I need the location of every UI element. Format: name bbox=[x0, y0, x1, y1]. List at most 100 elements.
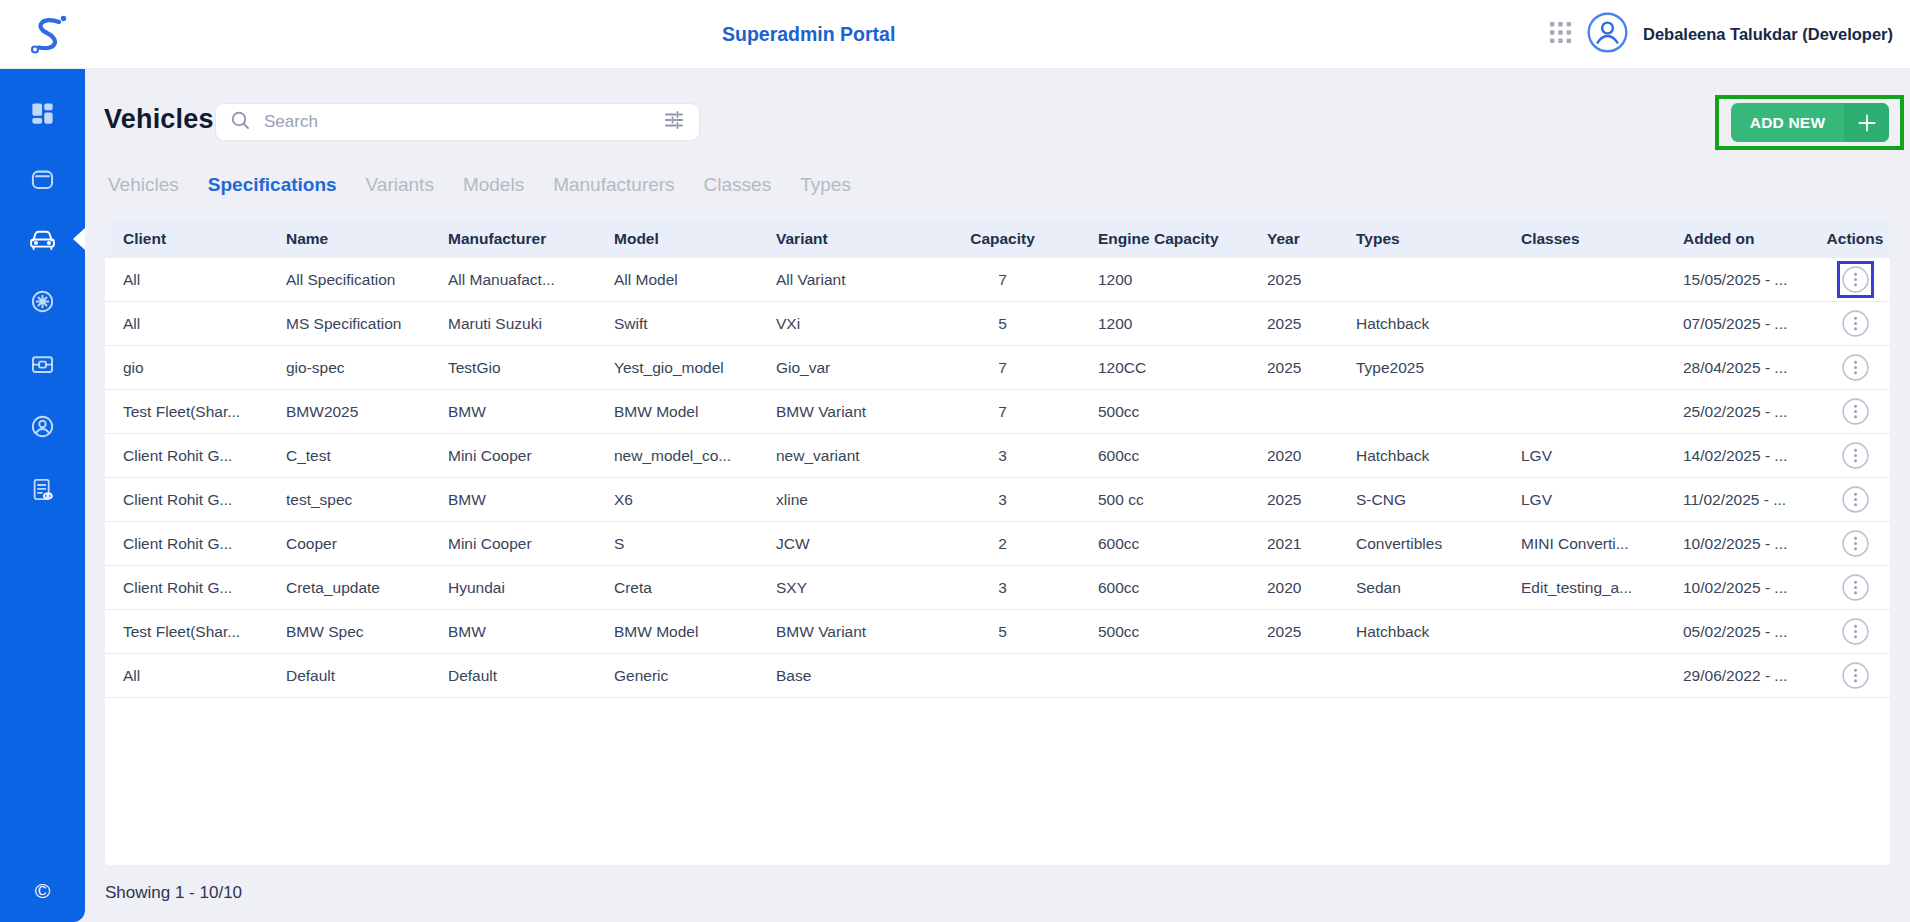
tray-icon[interactable] bbox=[0, 166, 85, 193]
table-row: AllAll SpecificationAll Manuafact...All … bbox=[105, 258, 1890, 302]
cell-types: Hatchback bbox=[1344, 315, 1509, 333]
cell-name: gio-spec bbox=[286, 359, 448, 377]
tab-vehicles[interactable]: Vehicles bbox=[108, 174, 179, 196]
dashboard-icon[interactable] bbox=[0, 100, 85, 127]
cell-client: Client Rohit G... bbox=[105, 535, 286, 553]
cell-year: 2025 bbox=[1255, 623, 1344, 641]
cell-model: new_model_co... bbox=[614, 447, 776, 465]
cell-variant: SXY bbox=[776, 579, 940, 597]
pagination-status: Showing 1 - 10/10 bbox=[105, 883, 242, 903]
cell-capacity: 2 bbox=[940, 535, 1085, 553]
cell-year: 2025 bbox=[1255, 359, 1344, 377]
row-actions-menu-icon[interactable] bbox=[1842, 354, 1869, 381]
table-row: Client Rohit G...C_testMini Coopernew_mo… bbox=[105, 434, 1890, 478]
table-card: ClientNameManufacturerModelVariantCapaci… bbox=[105, 220, 1890, 865]
cell-client: Client Rohit G... bbox=[105, 447, 286, 465]
column-header-year: Year bbox=[1255, 230, 1344, 248]
cell-engine_capacity: 500cc bbox=[1085, 623, 1255, 641]
cell-model: X6 bbox=[614, 491, 776, 509]
column-header-added-on: Added on bbox=[1671, 230, 1820, 248]
tab-specifications[interactable]: Specifications bbox=[208, 174, 337, 196]
row-actions-menu-icon[interactable] bbox=[1842, 398, 1869, 425]
column-header-variant: Variant bbox=[776, 230, 940, 248]
search-placeholder: Search bbox=[264, 112, 663, 132]
cell-variant: new_variant bbox=[776, 447, 940, 465]
table-row: Test Fleet(Shar...BMW2025BMWBMW ModelBMW… bbox=[105, 390, 1890, 434]
cell-capacity: 3 bbox=[940, 491, 1085, 509]
cell-types: Convertibles bbox=[1344, 535, 1509, 553]
cell-engine_capacity: 120CC bbox=[1085, 359, 1255, 377]
table-row: AllMS SpecificationMaruti SuzukiSwiftVXi… bbox=[105, 302, 1890, 346]
cell-manufacturer: Mini Cooper bbox=[448, 447, 614, 465]
cell-capacity: 3 bbox=[940, 447, 1085, 465]
cell-year: 2025 bbox=[1255, 315, 1344, 333]
cell-engine_capacity: 600cc bbox=[1085, 535, 1255, 553]
cell-manufacturer: Maruti Suzuki bbox=[448, 315, 614, 333]
cell-name: All Specification bbox=[286, 271, 448, 289]
cell-year: 2025 bbox=[1255, 271, 1344, 289]
row-actions-menu-icon[interactable] bbox=[1842, 530, 1869, 557]
user-name[interactable]: Debaleena Talukdar (Developer) bbox=[1643, 25, 1893, 44]
table-header-row: ClientNameManufacturerModelVariantCapaci… bbox=[105, 220, 1890, 258]
app-logo-icon[interactable] bbox=[28, 12, 68, 60]
user-avatar[interactable] bbox=[1587, 12, 1628, 57]
cell-added_on: 25/02/2025 - ... bbox=[1671, 403, 1820, 421]
tab-classes[interactable]: Classes bbox=[704, 174, 772, 196]
row-actions-menu-icon[interactable] bbox=[1842, 618, 1869, 645]
report-icon[interactable] bbox=[0, 476, 85, 503]
active-nav-pointer bbox=[73, 228, 85, 250]
tab-manufacturers[interactable]: Manufacturers bbox=[553, 174, 674, 196]
cell-types: Hatchback bbox=[1344, 623, 1509, 641]
row-actions-menu-icon[interactable] bbox=[1842, 442, 1869, 469]
column-header-engine-capacity: Engine Capacity bbox=[1085, 230, 1255, 248]
row-actions-menu-icon[interactable] bbox=[1842, 574, 1869, 601]
cell-types: S-CNG bbox=[1344, 491, 1509, 509]
cell-variant: BMW Variant bbox=[776, 403, 940, 421]
row-actions-menu-icon[interactable] bbox=[1842, 486, 1869, 513]
tab-models[interactable]: Models bbox=[463, 174, 524, 196]
cell-variant: BMW Variant bbox=[776, 623, 940, 641]
column-header-types: Types bbox=[1344, 230, 1509, 248]
page-header-title: Superadmin Portal bbox=[722, 0, 895, 69]
cell-capacity: 7 bbox=[940, 271, 1085, 289]
cell-added_on: 14/02/2025 - ... bbox=[1671, 447, 1820, 465]
cell-variant: All Variant bbox=[776, 271, 940, 289]
cell-manufacturer: TestGio bbox=[448, 359, 614, 377]
tab-variants[interactable]: Variants bbox=[366, 174, 434, 196]
filter-tune-icon[interactable] bbox=[663, 109, 685, 135]
cell-added_on: 10/02/2025 - ... bbox=[1671, 535, 1820, 553]
row-actions-menu-icon[interactable] bbox=[1842, 310, 1869, 337]
column-header-client: Client bbox=[105, 230, 286, 248]
cell-model: BMW Model bbox=[614, 623, 776, 641]
cell-types: Sedan bbox=[1344, 579, 1509, 597]
row-actions-menu-icon[interactable] bbox=[1842, 266, 1869, 293]
cell-manufacturer: Hyundai bbox=[448, 579, 614, 597]
cell-capacity: 5 bbox=[940, 315, 1085, 333]
cell-name: BMW Spec bbox=[286, 623, 448, 641]
cell-model: S bbox=[614, 535, 776, 553]
cell-engine_capacity: 600cc bbox=[1085, 579, 1255, 597]
column-header-actions: Actions bbox=[1820, 230, 1890, 248]
column-header-capacity: Capacity bbox=[940, 230, 1085, 248]
charger-icon[interactable] bbox=[0, 350, 85, 377]
wheel-icon[interactable] bbox=[0, 288, 85, 315]
cell-manufacturer: Mini Cooper bbox=[448, 535, 614, 553]
add-new-button[interactable]: ADD NEW bbox=[1731, 103, 1889, 142]
cell-added_on: 07/05/2025 - ... bbox=[1671, 315, 1820, 333]
user-circle-icon[interactable] bbox=[0, 413, 85, 440]
cell-year: 2025 bbox=[1255, 491, 1344, 509]
cell-name: Cooper bbox=[286, 535, 448, 553]
row-actions-menu-icon[interactable] bbox=[1842, 662, 1869, 689]
plus-icon bbox=[1844, 103, 1889, 142]
cell-manufacturer: Default bbox=[448, 667, 614, 685]
apps-grid-icon[interactable] bbox=[1549, 21, 1572, 48]
cell-name: Creta_update bbox=[286, 579, 448, 597]
search-input[interactable]: Search bbox=[215, 103, 700, 141]
cell-added_on: 15/05/2025 - ... bbox=[1671, 271, 1820, 289]
column-header-classes: Classes bbox=[1509, 230, 1671, 248]
cell-model: Creta bbox=[614, 579, 776, 597]
cell-types: Hatchback bbox=[1344, 447, 1509, 465]
tab-types[interactable]: Types bbox=[800, 174, 851, 196]
cell-year: 2020 bbox=[1255, 447, 1344, 465]
cell-manufacturer: All Manuafact... bbox=[448, 271, 614, 289]
